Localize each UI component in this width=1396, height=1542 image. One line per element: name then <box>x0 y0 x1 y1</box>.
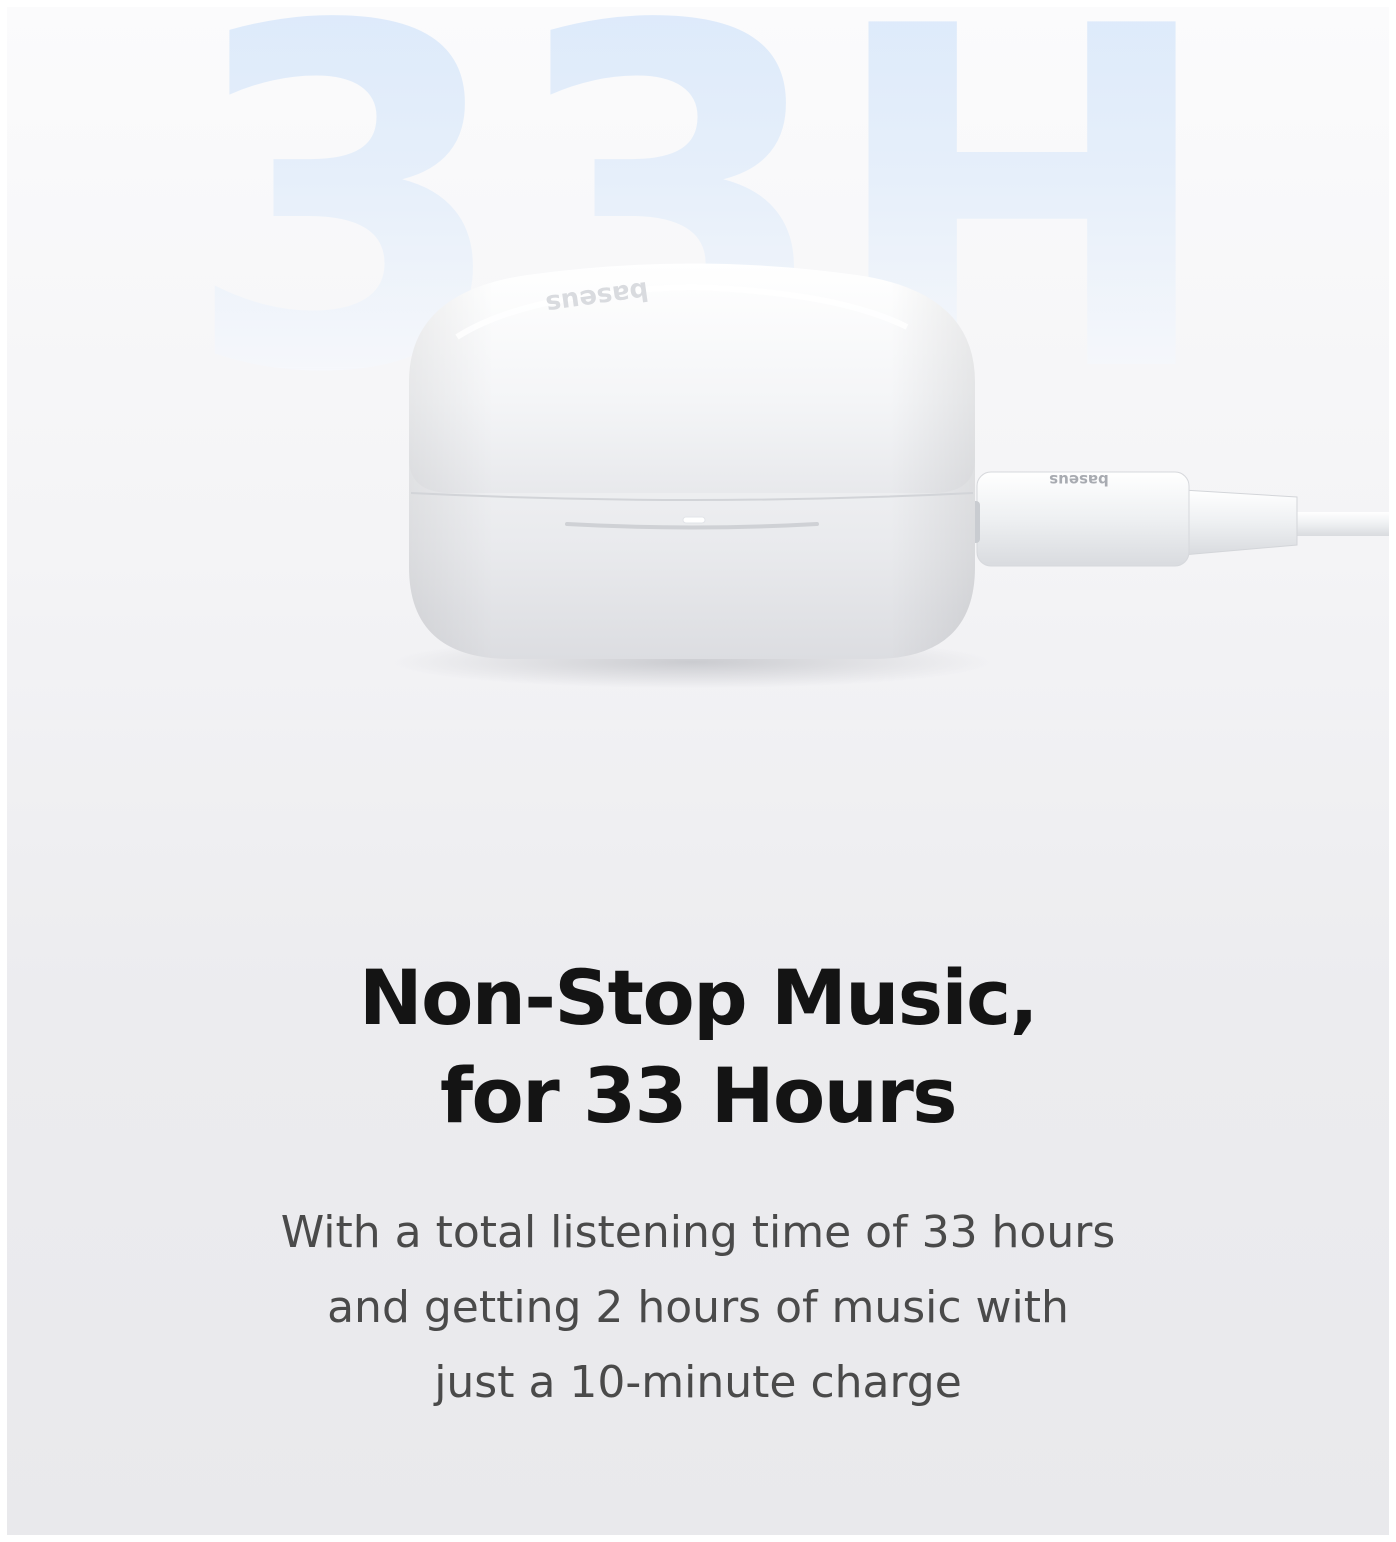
description-line-2: and getting 2 hours of music with <box>327 1282 1069 1333</box>
product-illustration: baseus baseus <box>392 263 1389 688</box>
description: With a total listening time of 33 hours … <box>7 1195 1389 1420</box>
description-line-3: just a 10-minute charge <box>434 1357 962 1408</box>
page-frame: 33H baseus baseus Non-Stop Music, for 33… <box>0 0 1396 1542</box>
cable-logo: baseus <box>1049 471 1109 489</box>
product-banner: 33H baseus baseus Non-Stop Music, for 33… <box>7 7 1389 1535</box>
headline-line-2: for 33 Hours <box>439 1051 958 1140</box>
usb-c-cable-icon: baseus <box>962 471 1389 567</box>
earbuds-case-icon: baseus <box>409 263 975 659</box>
headline-line-1: Non-Stop Music, <box>358 953 1039 1042</box>
description-line-1: With a total listening time of 33 hours <box>280 1207 1116 1258</box>
headline: Non-Stop Music, for 33 Hours <box>7 949 1389 1145</box>
